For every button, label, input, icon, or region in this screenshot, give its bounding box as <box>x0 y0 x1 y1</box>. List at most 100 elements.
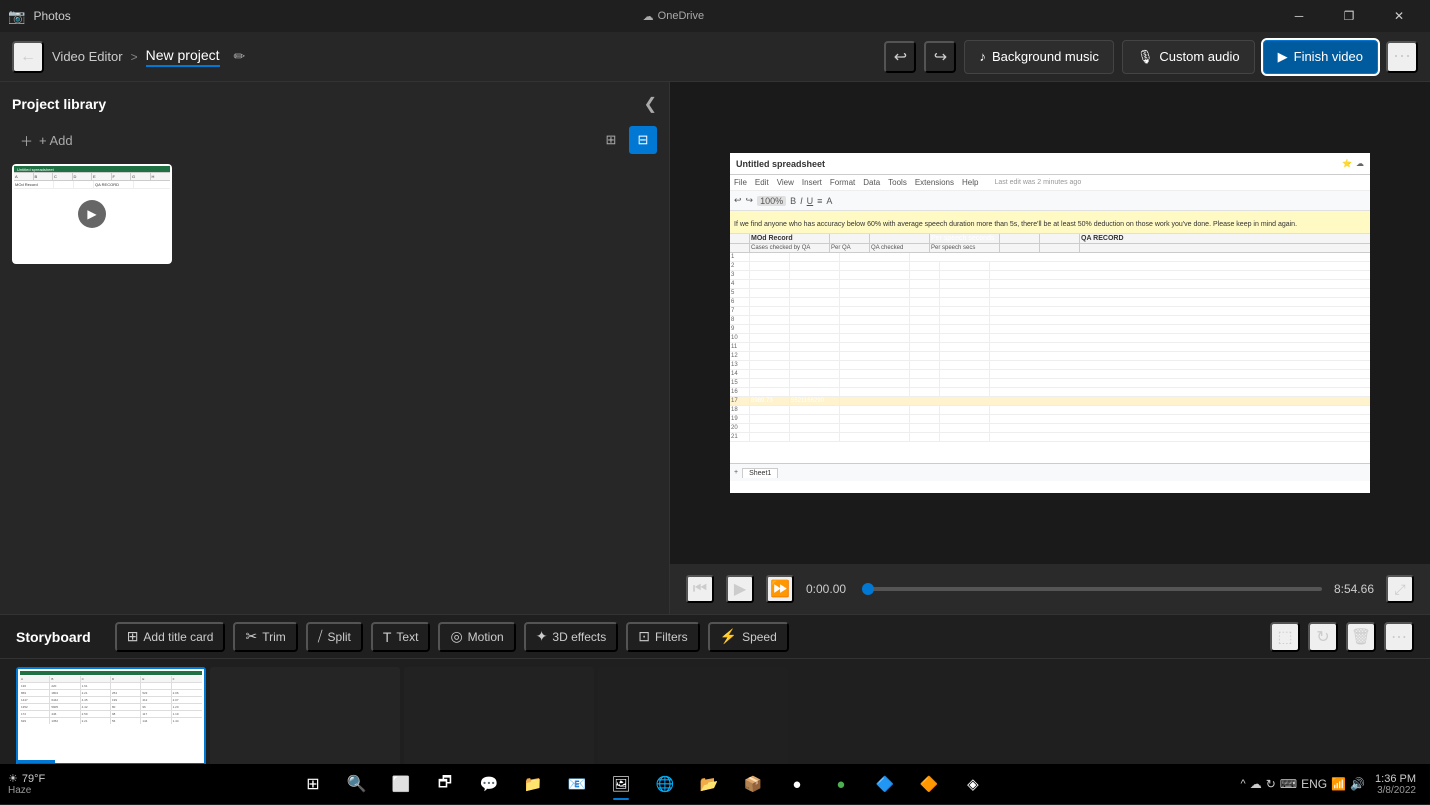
storyboard-more-button[interactable]: ⋯ <box>1384 622 1414 652</box>
menu-file[interactable]: File <box>734 178 747 187</box>
finish-video-label: Finish video <box>1294 49 1363 64</box>
files-button[interactable]: 📂 <box>689 766 729 802</box>
play-overlay: ▶ <box>78 200 106 228</box>
language-icon[interactable]: ENG <box>1301 777 1327 791</box>
view-list-button[interactable]: ⊟ <box>629 126 657 154</box>
menu-tools[interactable]: Tools <box>888 178 907 187</box>
text-button[interactable]: T Text <box>371 622 431 652</box>
view-grid-button[interactable]: ⊞ <box>597 126 625 154</box>
back-button[interactable]: ← <box>12 41 44 73</box>
speed-icon: ⚡ <box>720 628 737 645</box>
clip-1-thumbnail: A B C D E F 136 220 1.61 869 1804 2.21 2… <box>18 669 204 764</box>
background-music-button[interactable]: ♪ Background music <box>964 40 1113 74</box>
trim-label: Trim <box>262 630 286 644</box>
chrome-button-2[interactable]: ● <box>821 766 861 802</box>
split-button[interactable]: ⧸ Split <box>306 622 363 652</box>
weather-description: Haze <box>8 785 31 796</box>
explorer-button[interactable]: 📁 <box>513 766 553 802</box>
motion-icon: ◎ <box>450 628 462 645</box>
app-button-2[interactable]: 🔶 <box>909 766 949 802</box>
project-name[interactable]: New project <box>146 47 220 67</box>
task-view-button[interactable]: ⬜ <box>381 766 421 802</box>
network-icon[interactable]: 📶 <box>1331 777 1346 791</box>
play-button[interactable]: ▶ <box>726 575 754 603</box>
close-button[interactable]: ✕ <box>1376 0 1422 32</box>
undo-button[interactable]: ↩ <box>884 41 916 73</box>
onedrive-tray-icon[interactable]: ☁ <box>1250 777 1262 791</box>
app-button-3[interactable]: ◈ <box>953 766 993 802</box>
resize-icon: ⬚ <box>1277 627 1292 647</box>
video-progress-bar[interactable] <box>868 587 1322 591</box>
chat-button[interactable]: 💬 <box>469 766 509 802</box>
widgets-button[interactable]: 🗗 <box>425 766 465 802</box>
back-icon: ← <box>20 48 36 66</box>
chrome-button-1[interactable]: ● <box>777 766 817 802</box>
fast-forward-button[interactable]: ⏩ <box>766 575 794 603</box>
custom-audio-button[interactable]: 🎙 Custom audio <box>1122 40 1255 74</box>
volume-icon[interactable]: 🔊 <box>1350 777 1365 791</box>
photos-taskbar-button[interactable]: 🖼 <box>601 766 641 802</box>
3d-effects-button[interactable]: ✦ 3D effects <box>524 622 619 652</box>
delete-button[interactable]: 🗑 <box>1346 622 1376 652</box>
skip-back-button[interactable]: ⏮ <box>686 575 714 603</box>
fullscreen-icon: ⤢ <box>1394 581 1405 598</box>
rotate-button[interactable]: ↻ <box>1308 622 1338 652</box>
menu-extensions[interactable]: Extensions <box>915 178 954 187</box>
menu-format[interactable]: Format <box>830 178 855 187</box>
collapse-sidebar-button[interactable]: ❮ <box>644 94 657 114</box>
dropbox-button[interactable]: 📦 <box>733 766 773 802</box>
speed-button[interactable]: ⚡ Speed <box>708 622 789 652</box>
trim-button[interactable]: ✂ Trim <box>233 622 297 652</box>
add-media-button[interactable]: ＋ + Add <box>12 127 81 154</box>
last-edit: Last edit was 2 minutes ago <box>994 179 1081 186</box>
sync-tray-icon[interactable]: ↻ <box>1266 777 1276 791</box>
taskbar-weather[interactable]: ☀ 79°F Haze <box>0 772 53 796</box>
sidebar-header: Project library ❮ <box>12 94 657 114</box>
restore-button[interactable]: ❐ <box>1326 0 1372 32</box>
more-options-button[interactable]: ⋯ <box>1386 41 1418 73</box>
menu-help[interactable]: Help <box>962 178 978 187</box>
start-button[interactable]: ⊞ <box>293 766 333 802</box>
storyboard-header: Storyboard ⊞ Add title card ✂ Trim ⧸ Spl… <box>0 615 1430 659</box>
system-clock[interactable]: 1:36 PM 3/8/2022 <box>1369 773 1422 796</box>
custom-audio-label: Custom audio <box>1159 49 1239 64</box>
add-title-card-button[interactable]: ⊞ Add title card <box>115 622 226 652</box>
menu-insert[interactable]: Insert <box>802 178 822 187</box>
view-toggle: ⊞ ⊟ <box>597 126 657 154</box>
finish-video-button[interactable]: ▶ Finish video <box>1263 40 1378 74</box>
spreadsheet-title: Untitled spreadsheet <box>736 159 825 169</box>
add-title-card-label: Add title card <box>143 630 213 644</box>
menu-view[interactable]: View <box>777 178 794 187</box>
music-icon: ♪ <box>979 49 986 64</box>
skip-back-icon: ⏮ <box>693 580 707 598</box>
project-item[interactable]: Untitled spreadsheet A B C D E F G H MOd… <box>12 164 172 264</box>
fullscreen-button[interactable]: ⤢ <box>1386 575 1414 603</box>
show-hidden-icons[interactable]: ^ <box>1241 778 1246 790</box>
onedrive-icon: ☁ <box>643 10 654 23</box>
menu-edit[interactable]: Edit <box>755 178 769 187</box>
resize-button[interactable]: ⬚ <box>1270 622 1300 652</box>
clock-time: 1:36 PM <box>1375 773 1416 785</box>
notice-bar: If we find anyone who has accuracy below… <box>730 211 1370 234</box>
motion-label: Motion <box>468 630 504 644</box>
sheet-sub-headers: Cases checked by QA Per QA QA checked Pe… <box>730 244 1370 253</box>
mail-button[interactable]: 📧 <box>557 766 597 802</box>
3d-effects-label: 3D effects <box>552 630 606 644</box>
redo-button[interactable]: ↪ <box>924 41 956 73</box>
edit-project-name-icon[interactable]: ✏ <box>234 48 246 65</box>
breadcrumb-sep: > <box>131 50 138 64</box>
background-music-label: Background music <box>992 49 1099 64</box>
keyboard-icon[interactable]: ⌨ <box>1280 777 1297 791</box>
search-button[interactable]: 🔍 <box>337 766 377 802</box>
audio-icon: 🎙 <box>1137 49 1154 65</box>
motion-button[interactable]: ◎ Motion <box>438 622 515 652</box>
filters-button[interactable]: ⊡ Filters <box>626 622 699 652</box>
edge-button[interactable]: 🌐 <box>645 766 685 802</box>
menu-data[interactable]: Data <box>863 178 880 187</box>
taskbar-system-tray: ^ ☁ ↻ ⌨ ENG 📶 🔊 1:36 PM 3/8/2022 <box>1233 773 1430 796</box>
app-button-1[interactable]: 🔷 <box>865 766 905 802</box>
current-time: 0:00.00 <box>806 582 856 596</box>
sheet-tab[interactable]: Sheet1 <box>742 468 778 478</box>
minimize-button[interactable]: ─ <box>1276 0 1322 32</box>
add-icon: ＋ <box>20 131 33 150</box>
